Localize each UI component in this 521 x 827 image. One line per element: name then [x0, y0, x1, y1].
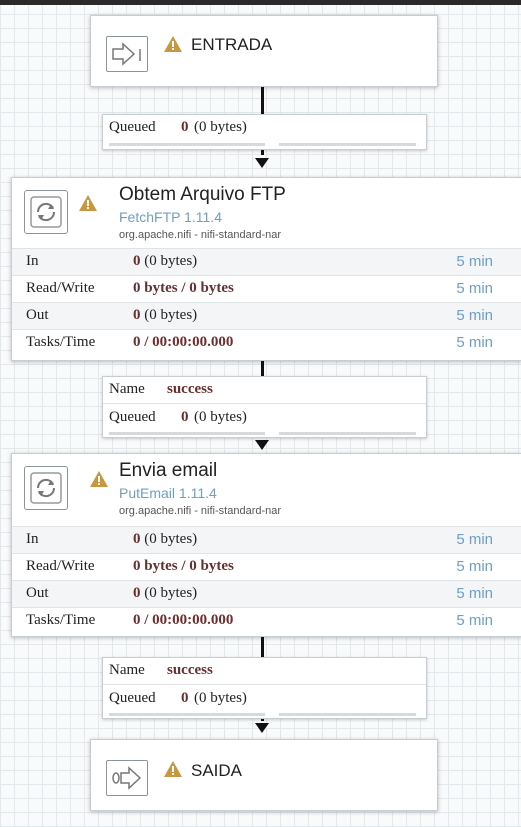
processor-header: Obtem Arquivo FTP FetchFTP 1.11.4 org.ap…	[12, 178, 521, 248]
output-port-icon	[106, 760, 148, 796]
stat-value: 0 (0 bytes)	[133, 531, 198, 547]
stat-label: In	[26, 531, 39, 547]
queued-label: Queued	[109, 690, 156, 706]
stat-value: 0 / 00:00:00.000	[133, 334, 234, 350]
queued-bytes: (0 bytes)	[194, 690, 247, 706]
stats-row-read-write: Read/Write 0 bytes / 0 bytes 5 min	[12, 553, 521, 580]
processor-icon	[24, 190, 68, 234]
stat-label: Out	[26, 585, 49, 601]
queue-progress-bar	[109, 143, 265, 146]
processor-name: Envia email	[119, 460, 218, 481]
warning-icon[interactable]	[164, 36, 182, 52]
stat-time: 5 min	[456, 531, 493, 548]
queued-bytes: (0 bytes)	[194, 409, 247, 425]
warning-icon[interactable]	[90, 471, 108, 487]
port-name: SAIDA	[191, 761, 243, 780]
stat-label: Tasks/Time	[26, 334, 96, 350]
stats-row-tasks-time: Tasks/Time 0 / 00:00:00.000 5 min	[12, 329, 521, 356]
queue-progress-bar	[279, 713, 416, 716]
queue-progress-bar	[279, 143, 416, 146]
stats-row-tasks-time: Tasks/Time 0 / 00:00:00.000 5 min	[12, 607, 521, 634]
queued-count: 0	[181, 409, 189, 425]
processor[interactable]: Obtem Arquivo FTP FetchFTP 1.11.4 org.ap…	[11, 177, 521, 361]
queued-label: Queued	[109, 409, 156, 425]
input-port-icon	[106, 36, 148, 72]
stat-value: 0 bytes / 0 bytes	[133, 280, 234, 296]
stats-row-in: In 0 (0 bytes) 5 min	[12, 526, 521, 553]
connection-arrow	[255, 723, 269, 733]
stat-value: 0 / 00:00:00.000	[133, 612, 234, 628]
stat-time: 5 min	[456, 280, 493, 297]
connection-arrow	[255, 440, 269, 450]
processor-type[interactable]: PutEmail 1.11.4	[119, 485, 217, 501]
connection-label[interactable]: Queued 0 (0 bytes)	[102, 114, 427, 150]
output-port[interactable]: SAIDA	[90, 739, 438, 811]
stat-time: 5 min	[456, 334, 493, 351]
stat-value: 0 (0 bytes)	[133, 307, 198, 323]
stat-time: 5 min	[456, 253, 493, 270]
stats-row-out: Out 0 (0 bytes) 5 min	[12, 302, 521, 329]
processor-bundle: org.apache.nifi - nifi-standard-nar	[119, 229, 282, 241]
stat-label: In	[26, 253, 39, 269]
stat-label: Tasks/Time	[26, 612, 96, 628]
queued-row: Queued 0 (0 bytes)	[103, 115, 426, 141]
warning-icon[interactable]	[79, 195, 97, 211]
queued-bytes: (0 bytes)	[194, 119, 247, 135]
stat-label: Out	[26, 307, 49, 323]
processor-icon	[24, 466, 68, 510]
port-name: ENTRADA	[191, 35, 273, 54]
stats-row-read-write: Read/Write 0 bytes / 0 bytes 5 min	[12, 275, 521, 302]
queue-progress-bar	[109, 432, 265, 435]
name-row: Name success	[103, 658, 426, 685]
processor-header: Envia email PutEmail 1.11.4 org.apache.n…	[12, 454, 521, 524]
stats-row-out: Out 0 (0 bytes) 5 min	[12, 580, 521, 607]
connection-name: success	[167, 662, 213, 678]
queued-count: 0	[181, 690, 189, 706]
input-port[interactable]: ENTRADA	[90, 15, 438, 87]
processor[interactable]: Envia email PutEmail 1.11.4 org.apache.n…	[11, 453, 521, 637]
processor-type[interactable]: FetchFTP 1.11.4	[119, 209, 222, 225]
stat-time: 5 min	[456, 612, 493, 629]
queued-count: 0	[181, 119, 189, 135]
stat-value: 0 bytes / 0 bytes	[133, 558, 234, 574]
stat-time: 5 min	[456, 585, 493, 602]
connection-name: success	[167, 381, 213, 397]
stat-label: Read/Write	[26, 558, 95, 574]
queued-label: Queued	[109, 119, 156, 135]
top-bar	[0, 0, 521, 5]
connection-label[interactable]: Name success Queued 0 (0 bytes)	[102, 376, 427, 438]
processor-name: Obtem Arquivo FTP	[119, 184, 286, 205]
connection-label[interactable]: Name success Queued 0 (0 bytes)	[102, 657, 427, 719]
stat-time: 5 min	[456, 558, 493, 575]
connection-arrow	[255, 158, 269, 168]
queue-progress-bar	[109, 713, 265, 716]
name-label: Name	[109, 381, 145, 397]
stat-label: Read/Write	[26, 280, 95, 296]
processor-bundle: org.apache.nifi - nifi-standard-nar	[119, 505, 282, 517]
stat-value: 0 (0 bytes)	[133, 253, 198, 269]
stat-time: 5 min	[456, 307, 493, 324]
queue-progress-bar	[279, 432, 416, 435]
queued-row: Queued 0 (0 bytes)	[103, 405, 426, 431]
name-label: Name	[109, 662, 145, 678]
stats-row-in: In 0 (0 bytes) 5 min	[12, 248, 521, 275]
name-row: Name success	[103, 377, 426, 404]
stat-value: 0 (0 bytes)	[133, 585, 198, 601]
warning-icon[interactable]	[164, 761, 182, 777]
queued-row: Queued 0 (0 bytes)	[103, 686, 426, 712]
